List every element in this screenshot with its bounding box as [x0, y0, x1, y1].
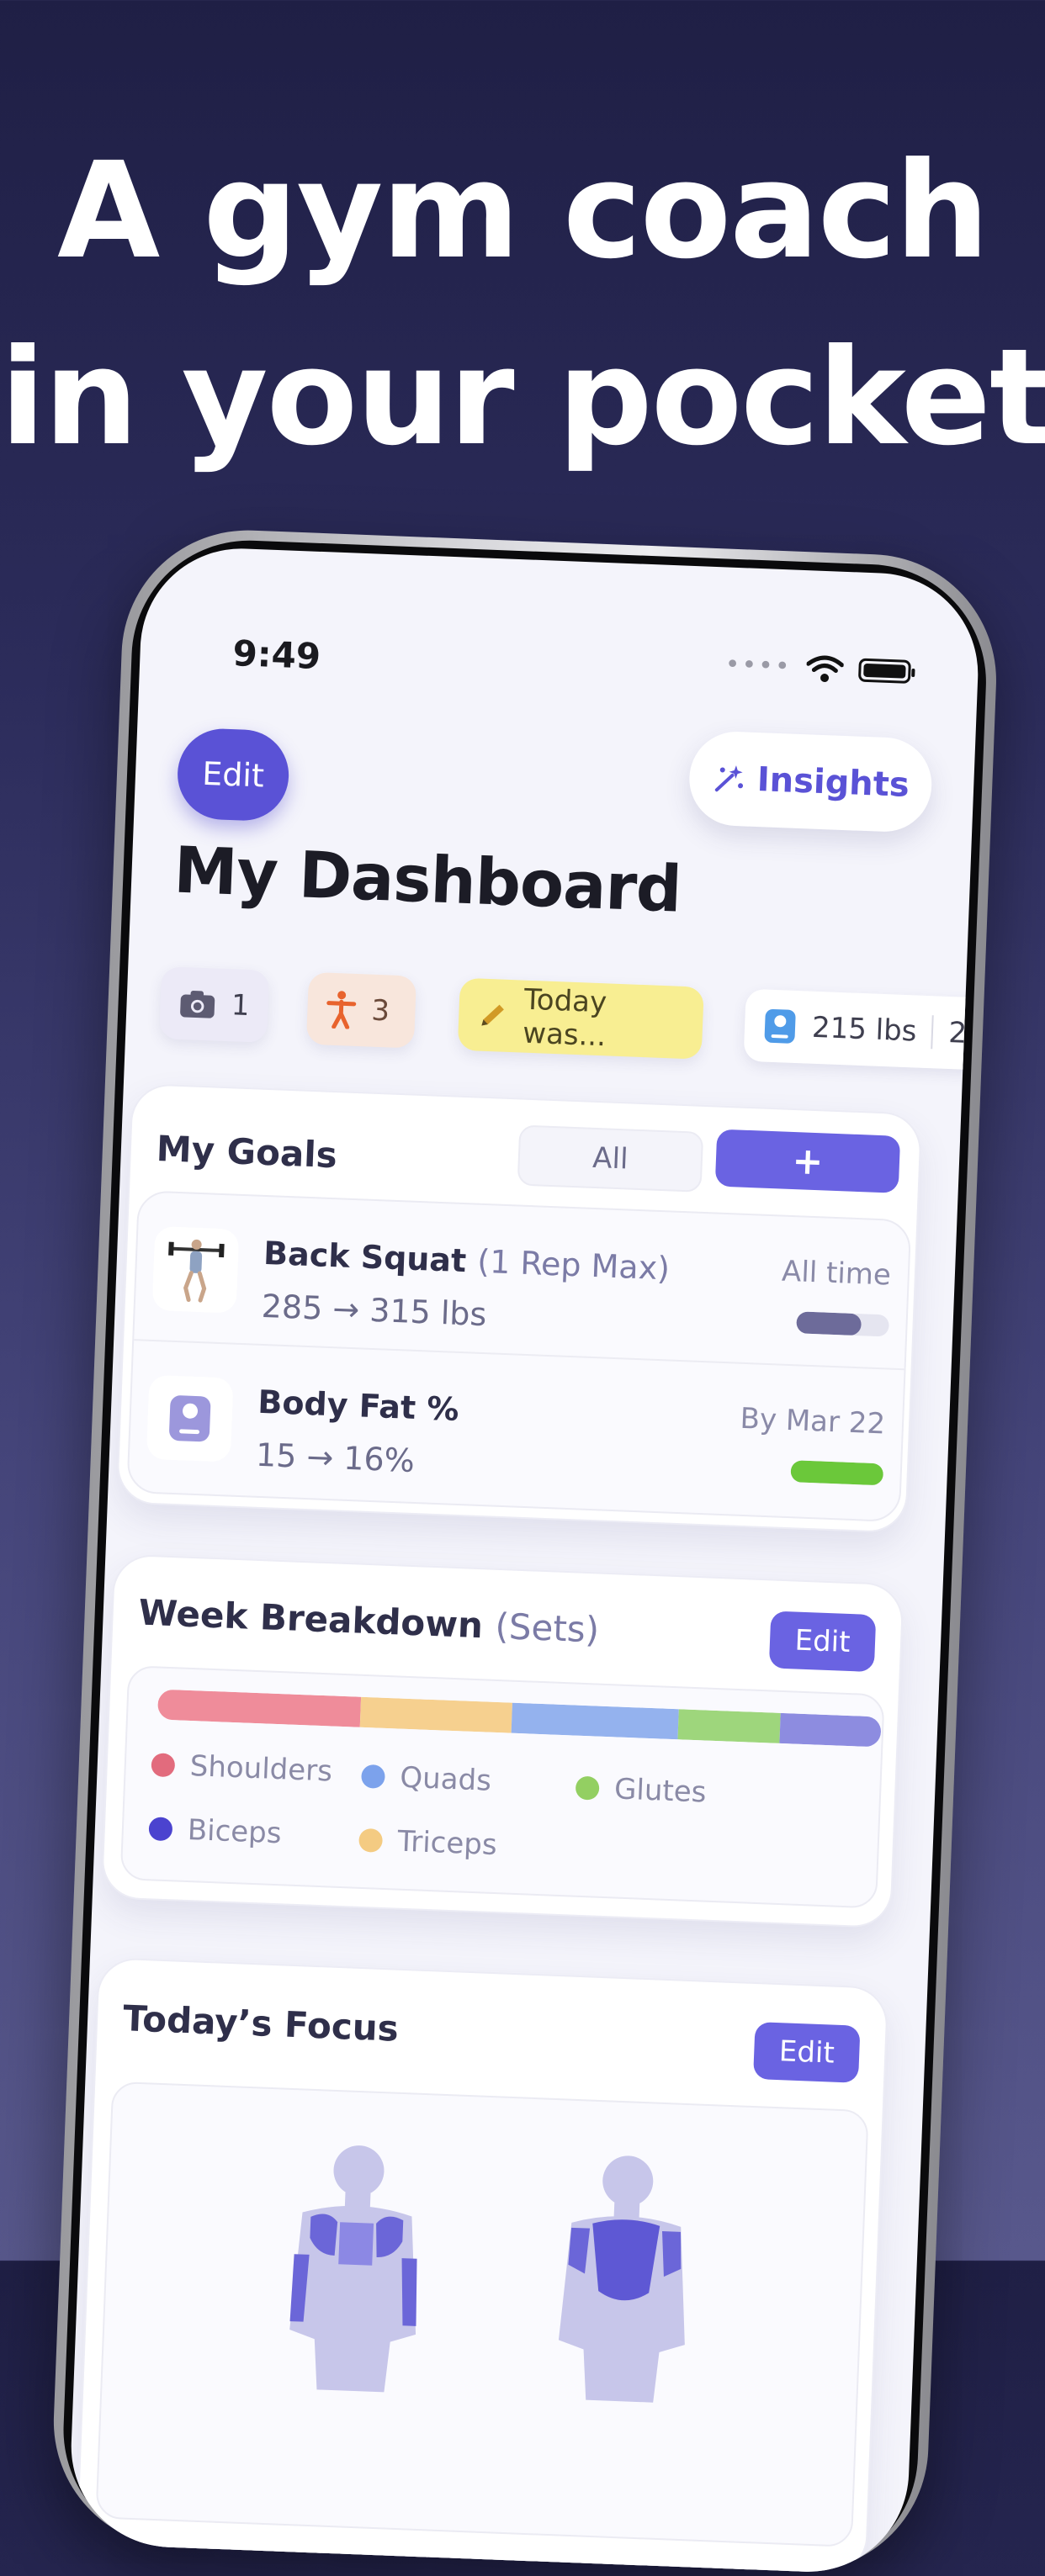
- goals-card: My Goals All + Back Squat (1 Rep Max) 28…: [115, 1082, 923, 1534]
- app-screen: 9:49 •••• Edit Insights My Dashboard 1 3…: [67, 544, 982, 2576]
- magic-wand-icon: [714, 765, 743, 792]
- headline-line-1: A gym coach: [57, 134, 989, 288]
- status-time: 9:49: [231, 632, 321, 677]
- activity-count: 3: [370, 993, 390, 1029]
- scale-icon: [764, 1008, 796, 1044]
- goal-progress-fill: [796, 1311, 862, 1336]
- goal-progress-bar: [796, 1311, 890, 1337]
- legend-dot: [151, 1753, 176, 1778]
- legend-item: Triceps: [358, 1823, 497, 1862]
- cellular-dots-icon: ••••: [724, 649, 793, 682]
- edit-week-breakdown-button[interactable]: Edit: [768, 1611, 877, 1673]
- marketing-headline: A gym coach in your pocket: [0, 118, 1045, 491]
- battery-icon: [857, 658, 911, 684]
- legend-item: Quads: [360, 1759, 492, 1798]
- legend-dot: [360, 1764, 386, 1789]
- week-breakdown-chart: Shoulders Quads Glutes Biceps Triceps: [119, 1665, 885, 1909]
- goals-filter-dropdown[interactable]: All: [517, 1124, 704, 1193]
- insights-button[interactable]: Insights: [687, 729, 934, 833]
- wifi-icon: [806, 655, 845, 682]
- goal-value: 285 → 315 lbs: [261, 1287, 488, 1334]
- legend-item: Glutes: [575, 1771, 707, 1810]
- goal-name: Body Fat %: [257, 1383, 460, 1428]
- legend-dot: [575, 1775, 600, 1801]
- scale-icon: [146, 1374, 234, 1463]
- bar-segment-quads: [512, 1702, 680, 1740]
- goal-item[interactable]: Body Fat % 15 → 16% By Mar 22: [128, 1339, 904, 1514]
- pencil-icon: [481, 1004, 504, 1026]
- goal-progress-bar: [790, 1460, 884, 1486]
- body-front-icon: [289, 2145, 417, 2393]
- camera-icon: [180, 991, 215, 1018]
- todays-focus-title: Today’s Focus: [122, 1997, 400, 2050]
- goal-value: 15 → 16%: [255, 1436, 416, 1479]
- muscle-map: [95, 2081, 869, 2547]
- goal-timeframe: By Mar 22: [739, 1401, 886, 1441]
- journal-text: Today was...: [522, 982, 607, 1054]
- week-breakdown-card: Week Breakdown (Sets) Edit Shoulders Qua…: [100, 1553, 904, 1929]
- edit-dashboard-button[interactable]: Edit: [176, 727, 291, 823]
- phone-mockup: 9:49 •••• Edit Insights My Dashboard 1 3…: [49, 526, 1001, 2576]
- status-icons: ••••: [724, 649, 911, 685]
- goal-item[interactable]: Back Squat (1 Rep Max) 285 → 315 lbs All…: [134, 1192, 910, 1364]
- bar-segment-triceps: [359, 1696, 513, 1733]
- weight-value: 215 lbs: [811, 1010, 918, 1049]
- goal-name: Back Squat (1 Rep Max): [263, 1234, 671, 1288]
- person-icon: [326, 991, 357, 1029]
- activity-chip[interactable]: 3: [305, 971, 417, 1049]
- muscle-legend: Shoulders Quads Glutes Biceps Triceps: [146, 1748, 858, 1909]
- goals-title: My Goals: [156, 1127, 338, 1177]
- bar-segment-biceps: [778, 1712, 882, 1748]
- back-squat-icon: [151, 1225, 240, 1314]
- page-title: My Dashboard: [172, 832, 683, 927]
- bar-segment-glutes: [677, 1709, 781, 1743]
- edit-focus-button[interactable]: Edit: [753, 2022, 861, 2083]
- photos-count: 1: [231, 988, 251, 1024]
- week-breakdown-title: Week Breakdown (Sets): [137, 1591, 601, 1651]
- goals-list: Back Squat (1 Rep Max) 285 → 315 lbs All…: [126, 1190, 912, 1523]
- headline-line-2: in your pocket: [0, 320, 1045, 475]
- chip-divider: [931, 1015, 935, 1050]
- goal-progress-fill: [790, 1460, 884, 1486]
- quick-chips-row: 1 3 Today was... 215 lbs 2: [158, 966, 982, 1086]
- todays-focus-card: Today’s Focus Edit: [76, 1957, 889, 2576]
- legend-dot: [148, 1817, 173, 1842]
- weight-chip[interactable]: 215 lbs 2: [743, 988, 982, 1071]
- photos-chip[interactable]: 1: [158, 966, 270, 1043]
- goal-timeframe: All time: [781, 1254, 892, 1293]
- insights-label: Insights: [756, 760, 910, 805]
- legend-item: Shoulders: [151, 1748, 333, 1788]
- body-back-icon: [558, 2155, 685, 2403]
- bar-segment-shoulders: [156, 1689, 361, 1727]
- journal-chip[interactable]: Today was...: [457, 977, 704, 1060]
- sets-stacked-bar: [156, 1689, 882, 1748]
- add-goal-button[interactable]: +: [714, 1129, 901, 1193]
- legend-item: Biceps: [148, 1812, 282, 1850]
- legend-dot: [358, 1828, 384, 1853]
